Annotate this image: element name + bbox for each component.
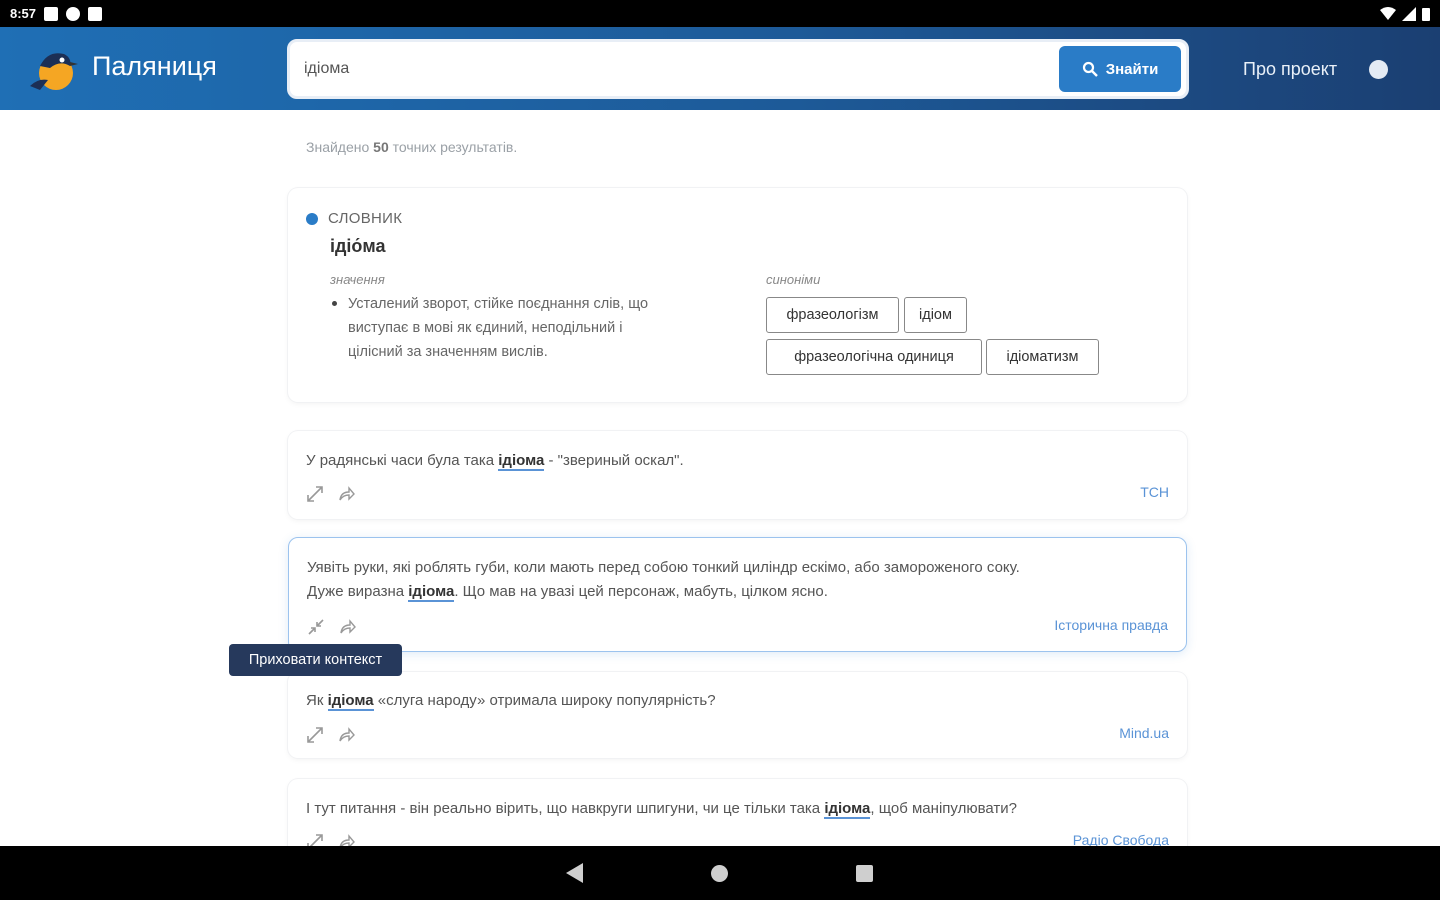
search-input[interactable]: [304, 42, 1044, 96]
source-link[interactable]: ТСН: [1140, 484, 1169, 500]
example-card: У радянські часи була така ідіома - "зве…: [288, 431, 1187, 519]
recents-icon[interactable]: [856, 865, 873, 882]
dictionary-word: ідіо́ма: [330, 236, 386, 256]
expand-icon[interactable]: [305, 484, 325, 504]
search-button[interactable]: Знайти: [1059, 46, 1181, 92]
expand-icon[interactable]: [305, 725, 325, 745]
meaning-label: значення: [330, 272, 385, 287]
highlight-word: ідіома: [498, 452, 545, 471]
source-link[interactable]: Mind.ua: [1119, 725, 1169, 741]
source-link[interactable]: Історична правда: [1054, 617, 1168, 633]
highlight-word: ідіома: [408, 583, 455, 602]
dictionary-header: СЛОВНИК: [306, 210, 402, 227]
context-sentence: Уявіть руки, які роблять губи, коли мают…: [307, 559, 1020, 576]
battery-icon: [1422, 7, 1430, 21]
share-icon[interactable]: [336, 484, 356, 504]
notification-icon: [44, 6, 59, 21]
about-link[interactable]: Про проект: [1243, 59, 1337, 80]
status-bar: 8:57: [0, 0, 1440, 27]
wifi-icon: [1380, 6, 1396, 20]
example-card-expanded: Уявіть руки, які роблять губи, коли мают…: [288, 537, 1187, 652]
synonyms-label: синоніми: [766, 272, 821, 287]
highlight-word: ідіома: [824, 800, 871, 819]
collapse-icon[interactable]: [306, 617, 326, 637]
share-icon[interactable]: [336, 725, 356, 745]
meaning-text: Усталений зворот, стійке поєднання слів,…: [348, 296, 649, 360]
app-notification-icon: [66, 6, 81, 21]
share-icon[interactable]: [337, 617, 357, 637]
home-icon[interactable]: [711, 865, 728, 882]
dictionary-dot-icon: [306, 212, 318, 225]
sd-card-icon: [88, 6, 103, 21]
dictionary-label: СЛОВНИК: [328, 210, 403, 227]
bird-logo-icon[interactable]: [26, 46, 78, 92]
hide-context-tooltip: Приховати контекст: [229, 644, 402, 676]
app-header: Паляниця Знайти Про проект: [0, 27, 1440, 110]
synonym-chip[interactable]: фразеологічна одиниця: [766, 339, 982, 375]
highlight-word: ідіома: [327, 692, 374, 711]
example-sentence: У радянські часи була така ідіома - "зве…: [306, 452, 684, 471]
search-bar: Знайти: [287, 39, 1189, 99]
synonym-chip[interactable]: ідіом: [904, 297, 967, 333]
synonym-chip[interactable]: ідіоматизм: [986, 339, 1099, 375]
bullet-icon: [332, 301, 337, 306]
app-title[interactable]: Паляниця: [92, 51, 217, 82]
results-count: Знайдено 50 точних результатів.: [306, 139, 518, 155]
dictionary-card: СЛОВНИК ідіо́ма значення Усталений зворо…: [288, 188, 1187, 402]
example-card: І тут питання - він реально вірить, що н…: [288, 779, 1187, 850]
navigation-bar: [0, 846, 1440, 900]
search-icon: [1082, 61, 1098, 77]
example-sentence: І тут питання - він реально вірить, що н…: [306, 800, 1017, 819]
signal-icon: [1402, 6, 1416, 21]
example-sentence: Дуже виразна ідіома. Що мав на увазі цей…: [307, 583, 828, 602]
synonym-chip[interactable]: фразеологізм: [766, 297, 899, 333]
back-icon[interactable]: [566, 863, 583, 883]
example-card: Як ідіома «слуга народу» отримала широку…: [288, 672, 1187, 758]
theme-toggle-icon[interactable]: [1369, 60, 1388, 79]
results-number: 50: [373, 139, 389, 155]
example-sentence: Як ідіома «слуга народу» отримала широку…: [306, 692, 716, 711]
search-button-label: Знайти: [1105, 60, 1159, 78]
status-time: 8:57: [10, 6, 37, 21]
